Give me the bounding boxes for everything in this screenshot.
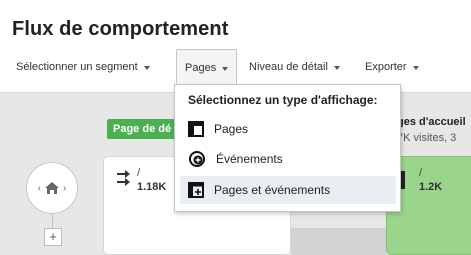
chevron-down-icon <box>222 66 229 71</box>
page-title: Flux de comportement <box>12 18 229 40</box>
detail-level-menu-label: Niveau de détail <box>249 60 328 73</box>
expand-button[interactable]: + <box>44 228 62 246</box>
node-path: / <box>419 167 423 179</box>
node-value: 1.2K <box>419 181 443 193</box>
chevron-down-icon <box>333 65 340 70</box>
chevron-down-icon <box>143 65 150 70</box>
chevron-right-icon: › <box>63 182 67 194</box>
pages-events-icon <box>188 182 204 198</box>
menu-item-pages[interactable]: Pages <box>180 115 396 143</box>
node-value: 1.18K <box>137 181 167 193</box>
events-icon <box>189 151 205 167</box>
pages-menu-label: Pages <box>185 61 217 74</box>
detail-level-menu-button[interactable]: Niveau de détail <box>249 49 340 84</box>
flow-connector <box>291 228 386 255</box>
segment-menu-label: Sélectionner un segment <box>16 60 138 73</box>
toolbar: Sélectionner un segment Pages Niveau de … <box>0 49 471 85</box>
home-icon <box>45 182 59 194</box>
export-menu-label: Exporter <box>365 60 407 73</box>
dropdown-header: Sélectionnez un type d'affichage: <box>188 93 378 107</box>
connector-line <box>52 214 53 228</box>
home-node[interactable]: ‹ › <box>26 162 78 214</box>
landing-pages-visits: 7K visites, 3 <box>397 132 457 144</box>
chevron-down-icon <box>412 65 419 70</box>
menu-item-label: Pages <box>214 122 249 136</box>
pages-icon <box>188 121 204 137</box>
landing-pages-title: ges d'accueil <box>397 116 466 128</box>
node-path: / <box>137 167 141 179</box>
flow-arrows-icon <box>117 170 130 186</box>
menu-item-label: Pages et événements <box>214 183 331 197</box>
export-menu-button[interactable]: Exporter <box>365 49 419 84</box>
chevron-left-icon: ‹ <box>37 182 41 194</box>
menu-item-label: Événements <box>216 152 283 166</box>
segment-menu-button[interactable]: Sélectionner un segment <box>16 49 150 84</box>
pages-menu-button[interactable]: Pages <box>176 49 238 85</box>
menu-item-pages-and-events[interactable]: Pages et événements <box>180 176 396 204</box>
menu-item-events[interactable]: Événements <box>180 145 396 173</box>
view-type-dropdown: Sélectionnez un type d'affichage: Pages … <box>174 84 401 212</box>
